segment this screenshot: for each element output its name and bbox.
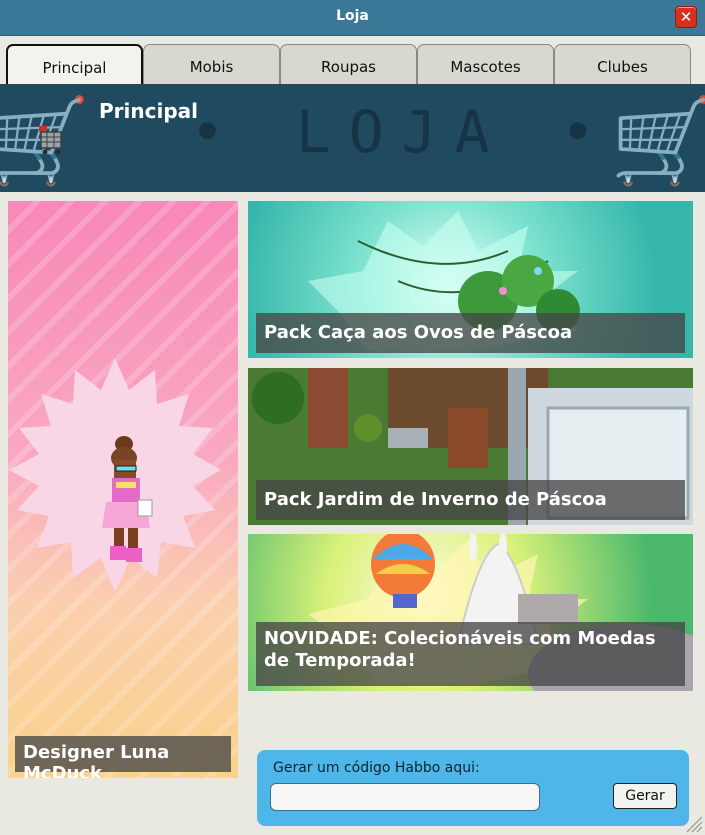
code-input[interactable] <box>270 783 540 811</box>
close-icon: ✕ <box>679 8 693 26</box>
banner-caption: NOVIDADE: Colecionáveis com Moedas de Te… <box>256 622 685 686</box>
tab-roupas[interactable]: Roupas <box>280 44 417 84</box>
banner-caption: Pack Caça aos Ovos de Páscoa <box>256 313 685 353</box>
banner-caption: Pack Jardim de Inverno de Páscoa <box>256 480 685 520</box>
habbo-code-panel: Gerar um código Habbo aqui: Gerar <box>257 750 689 826</box>
window-titlebar[interactable]: Loja ✕ <box>0 0 705 36</box>
code-panel-label: Gerar um código Habbo aqui: <box>273 760 480 776</box>
promo-banner-seasonal-collectibles[interactable]: NOVIDADE: Colecionáveis com Moedas de Te… <box>248 534 693 691</box>
page-title: Principal <box>99 99 198 123</box>
close-button[interactable]: ✕ <box>675 6 697 28</box>
generate-button[interactable]: Gerar <box>613 783 677 809</box>
tab-mobis[interactable]: Mobis <box>143 44 280 84</box>
resize-grip-icon[interactable] <box>683 813 703 833</box>
promo-banner-winter-garden[interactable]: Pack Jardim de Inverno de Páscoa <box>248 368 693 525</box>
shopping-cart-icon <box>39 126 62 155</box>
window-title: Loja <box>336 8 369 24</box>
featured-promo-caption: Designer Luna McDuck <box>15 736 231 778</box>
header-watermark: • LOJA • <box>190 98 614 166</box>
page-header: 🛒 🛒 • LOJA • Principal <box>0 84 705 192</box>
tab-clubes[interactable]: Clubes <box>554 44 691 84</box>
catalog-window: Loja ✕ Principal Mobis Roupas Mascotes C… <box>0 0 705 835</box>
cart-decoration-icon: 🛒 <box>610 92 705 190</box>
tab-principal[interactable]: Principal <box>6 44 143 84</box>
promo-banner-easter-egg-hunt[interactable]: Pack Caça aos Ovos de Páscoa <box>248 201 693 358</box>
tab-mascotes[interactable]: Mascotes <box>417 44 554 84</box>
tab-bar: Principal Mobis Roupas Mascotes Clubes <box>6 44 696 84</box>
featured-promo-overlay: Designer Luna McDuck <box>8 201 238 778</box>
